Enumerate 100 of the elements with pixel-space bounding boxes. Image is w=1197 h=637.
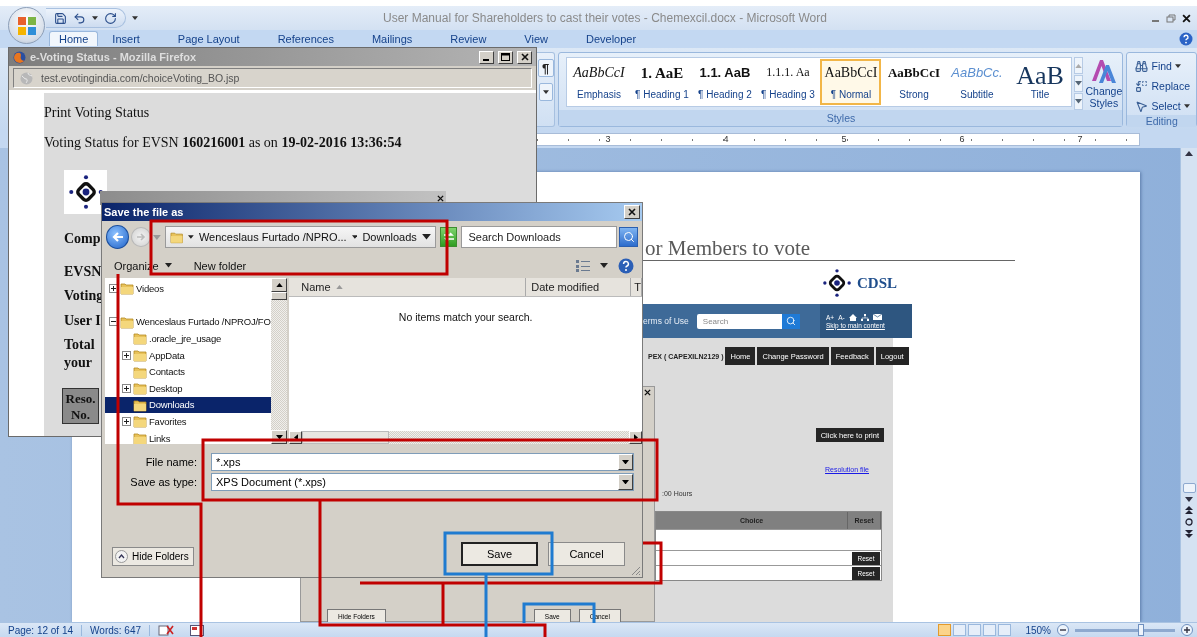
ribbon-tab[interactable]: Home [49,31,99,46]
restore-icon[interactable] [1166,13,1176,23]
minimize-button[interactable] [479,50,494,64]
caret-icon [1075,81,1083,86]
up-arrow-icon[interactable] [1185,151,1193,156]
expand-icon[interactable] [122,383,131,393]
customize-icon [132,16,138,20]
folder-item[interactable]: .oracle_jre_usage [105,330,272,347]
ribbon-tab[interactable]: References [267,31,344,46]
help-icon[interactable] [618,257,634,274]
scroll-thumb[interactable] [1182,483,1196,493]
close-button[interactable] [624,205,640,219]
help-icon[interactable] [1179,32,1193,46]
sitemap-icon[interactable] [860,313,869,321]
caret-icon [622,459,629,465]
view-options-icon[interactable] [576,259,590,272]
maximize-icon [501,53,510,61]
expand-icon[interactable] [122,416,131,426]
field-label: User I [64,312,101,330]
expand-icon[interactable] [109,283,118,293]
folder-icon [133,397,147,412]
browse-object-icon[interactable] [1185,518,1193,526]
forward-button[interactable] [131,227,151,247]
up-arrow-icon [275,283,283,287]
browser-logo-icon [13,50,26,64]
folder-icon [133,348,147,363]
folder-item[interactable]: Downloads [105,396,272,414]
breadcrumb[interactable]: Wenceslaus Furtado /NPRO... [198,231,347,243]
logo-text: CDSL [857,274,897,292]
styles-icon [1089,57,1118,85]
column-header[interactable]: Name [289,278,527,296]
ribbon-button[interactable]: Select [1133,97,1192,115]
mail-icon[interactable] [872,314,882,320]
history-caret-icon [153,234,161,240]
dropdown-button[interactable] [538,83,553,101]
search-field[interactable]: Search Downloads [461,226,618,248]
ribbon-tab[interactable]: View [514,31,558,46]
caret-icon [351,235,358,239]
search-button[interactable] [781,313,800,329]
chevron-up-icon [115,550,128,563]
column-header[interactable]: T [631,278,642,296]
slider-thumb[interactable] [1138,623,1144,636]
ribbon-tab[interactable]: Page Layout [167,31,250,46]
ruler-number: 3 [604,134,612,144]
folder-item[interactable]: Links [105,429,272,444]
replace-icon [1135,79,1149,93]
search-icon [785,316,796,326]
show-marks-button[interactable]: ¶ [537,59,554,77]
expand-icon[interactable] [122,350,131,360]
folder-icon [133,381,147,396]
style-item[interactable]: AaBbCcI ¶ Normal [820,59,882,105]
folder-item[interactable]: Favorites [105,413,272,430]
folder-item[interactable]: AppData [105,346,272,364]
address-field[interactable]: test.evotingindia.com/choiceVoting_BO.jsp [13,68,532,88]
more-button[interactable] [1074,93,1084,110]
ribbon-button[interactable]: Find [1133,57,1192,75]
ribbon-tab[interactable]: Insert [102,31,150,46]
file-name-field[interactable]: *.xps [211,453,634,471]
ribbon-tab[interactable]: Developer [576,31,647,46]
next-page-icon[interactable] [1185,530,1193,538]
change-styles-button[interactable]: Change Styles [1085,57,1123,110]
word-count: Words: 647 [82,624,150,636]
close-icon [1182,13,1191,23]
proofing-icon[interactable] [158,624,174,636]
folder-item[interactable]: Videos [105,280,272,297]
collapse-icon[interactable] [109,317,118,327]
field-label: Save as type: [130,476,197,488]
zoom-level: 150% [1025,624,1051,636]
dialog-button[interactable]: Cancel [548,542,625,566]
status-text: Voting Status for EVSN 160216001 as on 19-02-2016 13:36:54 [44,134,403,152]
column-header[interactable]: Date modified [526,278,632,296]
caret-icon [92,16,98,20]
folder-item[interactable]: Desktop [105,379,272,397]
folder-item[interactable]: Wenceslaus Furtado /NPROJ/FO [105,313,272,331]
undo-icon[interactable] [73,11,86,25]
search-field[interactable]: Search [696,313,782,329]
globe-icon [20,71,33,85]
save-icon[interactable] [54,11,67,25]
dialog-button[interactable]: Save [461,542,538,566]
page-count: Page: 12 of 14 [0,624,83,636]
maximize-button[interactable] [498,50,513,64]
close-button[interactable] [517,50,532,64]
ribbon-button[interactable]: Replace [1133,77,1192,95]
file-type-select[interactable]: XPS Document (*.xps) [211,473,634,491]
hide-folders-button[interactable]: Hide Folders [112,547,194,566]
folder-icon [133,364,147,379]
breadcrumb[interactable]: Downloads [362,231,417,243]
zoom-out-icon[interactable] [1057,624,1069,636]
new-folder-button[interactable]: New folder [189,259,251,272]
folder-item[interactable]: Contacts [105,363,272,380]
ribbon-tab[interactable]: Mailings [361,31,423,46]
address-bar[interactable]: Wenceslaus Furtado /NPRO... Downloads [164,226,436,248]
zoom-in-icon[interactable] [1181,624,1193,636]
home-icon[interactable] [848,313,857,321]
previous-page-icon[interactable] [1185,506,1193,514]
ribbon-tab[interactable]: Review [440,31,497,46]
back-button[interactable] [106,225,130,249]
search-button[interactable] [619,227,638,247]
redo-icon[interactable] [104,11,117,25]
macro-icon[interactable] [190,624,204,636]
